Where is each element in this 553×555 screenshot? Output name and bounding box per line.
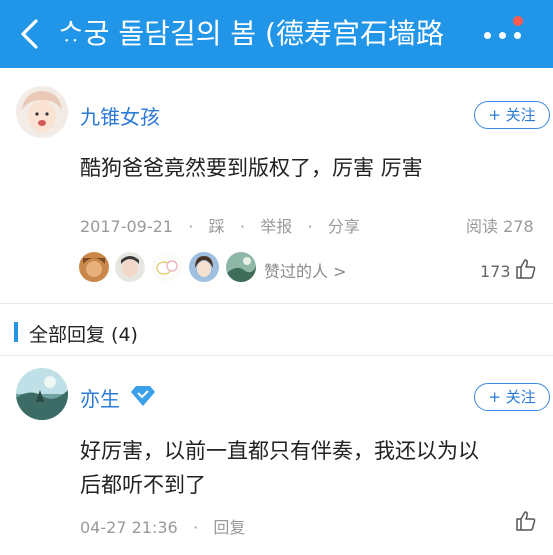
reply-author-name[interactable]: 亦生 xyxy=(80,383,120,412)
verified-diamond-icon xyxy=(130,384,156,408)
post-date: 2017-09-21 xyxy=(80,217,173,236)
reply-meta: 04-27 21:36 · 回复 xyxy=(80,518,246,537)
follow-button[interactable]: + 关注 xyxy=(474,383,550,411)
share-link[interactable]: 分享 xyxy=(328,217,360,236)
thumbs-up-icon xyxy=(516,511,536,531)
follow-button[interactable]: + 关注 xyxy=(474,101,550,129)
section-marker xyxy=(14,322,18,342)
replies-section-title: 全部回复 (4) xyxy=(29,324,138,346)
reply-link[interactable]: 回复 xyxy=(213,518,245,537)
avatar[interactable] xyxy=(16,86,68,138)
report-link[interactable]: 举报 xyxy=(260,217,292,236)
back-button[interactable] xyxy=(14,16,48,52)
reply-time: 04-27 21:36 xyxy=(80,518,178,537)
liker-avatar[interactable] xyxy=(79,252,109,282)
avatar[interactable] xyxy=(16,368,68,420)
post-author-name[interactable]: 九锥女孩 xyxy=(80,101,160,130)
thumbs-up-icon xyxy=(516,259,536,279)
divider xyxy=(0,355,553,356)
liker-avatar[interactable] xyxy=(152,252,182,282)
divider xyxy=(0,303,553,304)
dislike-link[interactable]: 踩 xyxy=(209,217,225,236)
chevron-left-icon xyxy=(21,19,38,49)
post-meta: 2017-09-21 · 踩 · 举报 · 分享 xyxy=(80,217,360,236)
notification-badge xyxy=(513,16,523,26)
liker-avatar[interactable] xyxy=(226,252,256,282)
likers-link[interactable]: 赞过的人 > xyxy=(264,258,347,282)
post-content: 酷狗爸爸竟然要到版权了，厉害 厉害 xyxy=(80,156,423,180)
liker-avatar[interactable] xyxy=(189,252,219,282)
like-count: 173 xyxy=(480,262,511,281)
top-bar: ᄉᆢ궁 돌담길의 봄 (德寿宫石墙路 xyxy=(0,0,553,68)
page-title: ᄉᆢ궁 돌담길의 봄 (德寿宫石墙路 xyxy=(58,17,444,50)
like-button[interactable] xyxy=(515,258,537,280)
reply-content-line: 好厉害，以前一直都只有伴奏，我还以为以 xyxy=(80,439,479,463)
liker-avatar[interactable] xyxy=(115,252,145,282)
like-button[interactable] xyxy=(515,510,537,532)
read-count: 阅读 278 xyxy=(466,217,534,236)
more-button[interactable] xyxy=(478,20,530,48)
reply-content-line: 后都听不到了 xyxy=(80,473,206,497)
